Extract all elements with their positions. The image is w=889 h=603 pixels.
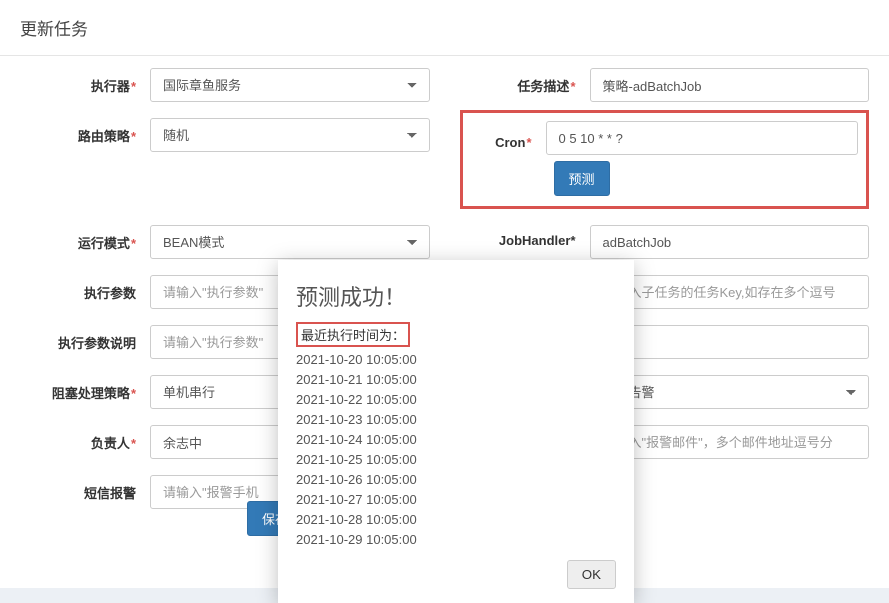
predict-time: 2021-10-20 10:05:00 xyxy=(296,350,616,370)
predict-time: 2021-10-24 10:05:00 xyxy=(296,430,616,450)
predict-time: 2021-10-21 10:05:00 xyxy=(296,370,616,390)
predict-time: 2021-10-28 10:05:00 xyxy=(296,510,616,530)
predict-ok-button[interactable]: OK xyxy=(567,560,616,589)
predict-time: 2021-10-27 10:05:00 xyxy=(296,490,616,510)
exec-param-label: 执行参数 xyxy=(20,275,150,302)
task-desc-label: 任务描述* xyxy=(460,68,590,95)
predict-time: 2021-10-25 10:05:00 xyxy=(296,450,616,470)
route-select[interactable]: 随机 xyxy=(150,118,430,152)
predict-time: 2021-10-22 10:05:00 xyxy=(296,390,616,410)
predict-recent-label: 最近执行时间为： xyxy=(296,322,410,347)
cron-highlight-box: Cron* 预测 xyxy=(460,110,870,209)
route-label: 路由策略* xyxy=(20,118,150,145)
page-title: 更新任务 xyxy=(0,0,889,56)
block-label: 阻塞处理策略* xyxy=(20,375,150,402)
owner-label: 负责人* xyxy=(20,425,150,452)
predict-time-list: 2021-10-20 10:05:00 2021-10-21 10:05:00 … xyxy=(296,350,616,550)
predict-time: 2021-10-29 10:05:00 xyxy=(296,530,616,550)
cron-label: Cron* xyxy=(471,127,546,150)
predict-time: 2021-10-26 10:05:00 xyxy=(296,470,616,490)
cron-input[interactable] xyxy=(546,121,859,155)
predict-button[interactable]: 预测 xyxy=(554,161,610,196)
sms-label: 短信报警 xyxy=(20,475,150,502)
executor-select[interactable]: 国际章鱼服务 xyxy=(150,68,430,102)
executor-label: 执行器* xyxy=(20,68,150,95)
predict-time: 2021-10-23 10:05:00 xyxy=(296,410,616,430)
jobhandler-input[interactable] xyxy=(590,225,870,259)
jobhandler-label: JobHandler* xyxy=(460,225,590,248)
run-mode-label: 运行模式* xyxy=(20,225,150,252)
predict-dialog: 预测成功！ 最近执行时间为： 2021-10-20 10:05:00 2021-… xyxy=(278,260,634,603)
run-mode-select[interactable]: BEAN模式 xyxy=(150,225,430,259)
task-desc-input[interactable] xyxy=(590,68,870,102)
predict-title: 预测成功！ xyxy=(296,280,616,312)
exec-param-desc-label: 执行参数说明 xyxy=(20,325,150,352)
